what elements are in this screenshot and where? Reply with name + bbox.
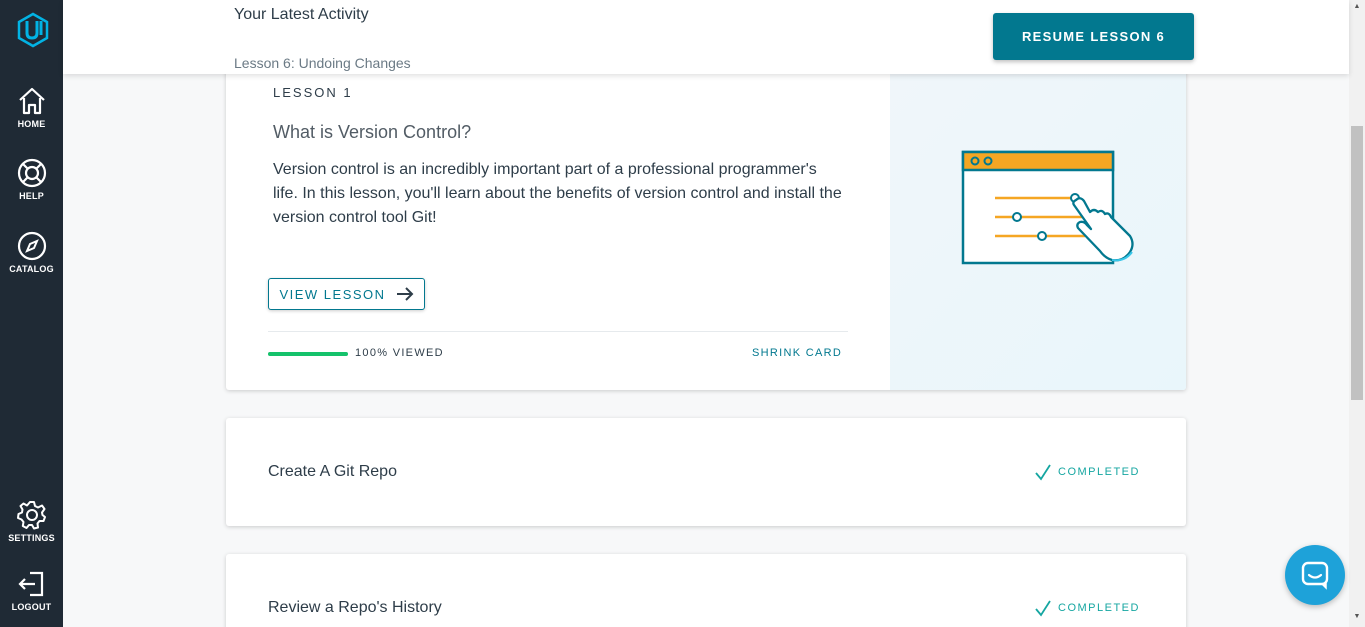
lesson-card-review-history[interactable]: Review a Repo's History COMPLETED	[226, 554, 1186, 627]
lesson-card-title: Create A Git Repo	[268, 463, 397, 480]
card-divider	[268, 331, 848, 332]
sidebar-item-logout[interactable]: LOGOUT	[0, 568, 63, 612]
compass-icon	[17, 231, 46, 261]
scroll-up-icon[interactable]: ▲	[1351, 2, 1363, 12]
sidebar-item-label: LOGOUT	[11, 602, 52, 612]
sidebar-item-help[interactable]: HELP	[0, 157, 63, 201]
sidebar-item-label: HELP	[19, 191, 44, 201]
gear-icon	[16, 501, 46, 530]
scrollbar-thumb[interactable]	[1351, 126, 1363, 400]
checkmark-icon	[1035, 600, 1051, 617]
sidebar-item-label: HOME	[17, 119, 46, 129]
lesson-title: What is Version Control?	[273, 122, 472, 142]
chat-icon	[1301, 561, 1329, 590]
lesson-card-create-repo[interactable]: Create A Git Repo COMPLETED	[226, 418, 1186, 526]
latest-lesson-link[interactable]: Lesson 6: Undoing Changes	[234, 55, 411, 71]
sidebar-item-settings[interactable]: SETTINGS	[0, 499, 63, 543]
logout-icon	[17, 571, 43, 597]
status-label: COMPLETED	[1058, 602, 1140, 614]
progress-text: 100% VIEWED	[355, 347, 444, 359]
settings-window-illustration	[961, 150, 1134, 265]
shrink-card-link[interactable]: SHRINK CARD	[752, 347, 842, 359]
sidebar-item-catalog[interactable]: CATALOG	[0, 230, 63, 274]
lesson-card-content: LESSON 1 What is Version Control? Versio…	[226, 60, 890, 390]
sidebar-item-label: SETTINGS	[8, 533, 55, 543]
lesson-card-title: Review a Repo's History	[268, 599, 442, 616]
page-title: Your Latest Activity	[234, 6, 369, 23]
status-badge: COMPLETED	[1034, 463, 1140, 481]
progress-bar	[268, 352, 348, 356]
udacity-logo-icon[interactable]	[16, 12, 50, 48]
status-label: COMPLETED	[1058, 466, 1140, 478]
lesson-card: LESSON 1 What is Version Control? Versio…	[226, 60, 1186, 390]
sidebar-item-label: CATALOG	[9, 264, 54, 274]
checkmark-icon	[1035, 464, 1051, 481]
chat-launcher-button[interactable]	[1285, 545, 1345, 605]
view-lesson-button[interactable]: VIEW LESSON	[268, 278, 425, 310]
lesson-number: LESSON 1	[273, 85, 353, 100]
latest-activity-header: Your Latest Activity Lesson 6: Undoing C…	[63, 0, 1349, 74]
resume-lesson-button[interactable]: RESUME LESSON 6	[993, 13, 1194, 60]
lesson-description: Version control is an incredibly importa…	[273, 161, 842, 226]
view-lesson-label: VIEW LESSON	[279, 286, 386, 302]
lesson-illustration-panel	[890, 60, 1186, 390]
progress-fill	[268, 352, 348, 356]
sidebar-item-home[interactable]: HOME	[0, 85, 63, 129]
status-badge: COMPLETED	[1034, 599, 1140, 617]
home-icon	[18, 87, 45, 115]
sidebar: HOME HELP CATALOG SETTINGS LOGOUT	[0, 0, 63, 627]
arrow-right-icon	[396, 287, 413, 301]
scroll-down-icon[interactable]: ▼	[1351, 612, 1363, 622]
lifebuoy-icon	[17, 158, 46, 188]
